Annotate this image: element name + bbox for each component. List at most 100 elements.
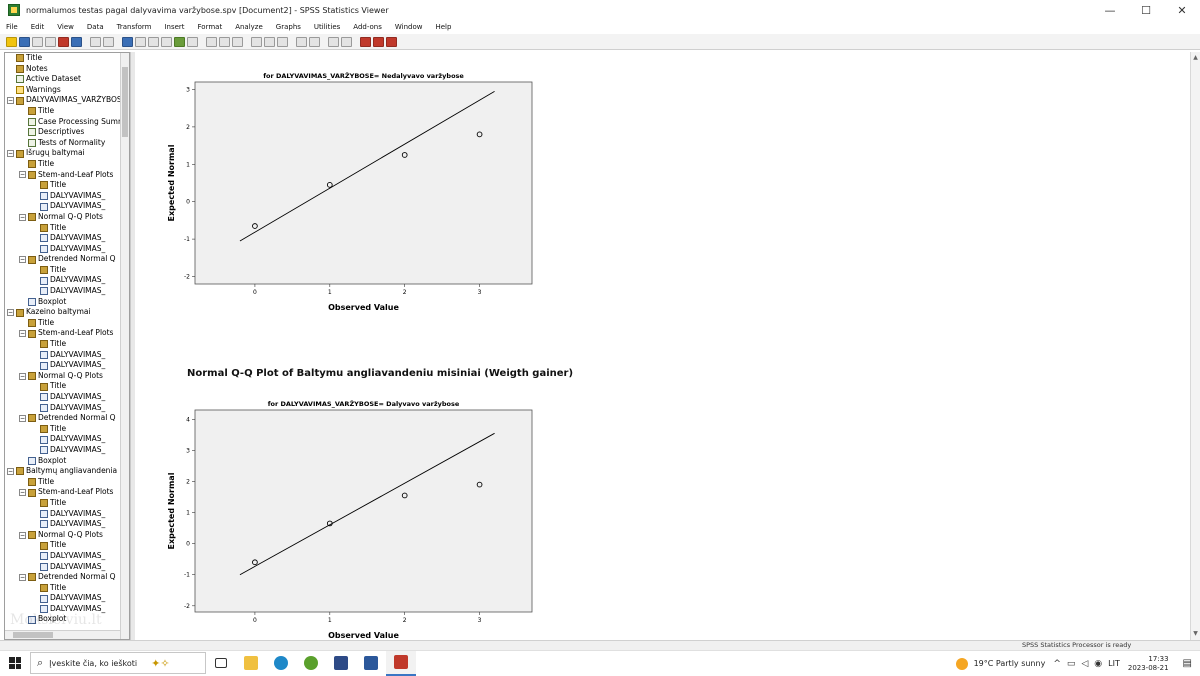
qq-plot-nedalyvavo[interactable]: for DALYVAVIMAS_VARŽYBOSE= Nedalyvavo va… (135, 68, 555, 348)
use-variable-sets-icon[interactable] (174, 36, 185, 47)
outline-node[interactable]: − Detrended Normal Q (5, 572, 120, 583)
taskbar-search[interactable]: ⌕ Įveskite čia, ko ieškoti ✦✧ (30, 652, 206, 674)
outline-node[interactable]: Tests of Normality (5, 138, 120, 149)
outline-node[interactable]: DALYVAVIMAS_ (5, 286, 120, 297)
menu-item-data[interactable]: Data (87, 23, 104, 31)
insert-heading-icon[interactable] (219, 36, 230, 47)
taskbar-spss-editor[interactable] (326, 651, 356, 676)
print-icon[interactable] (32, 36, 43, 47)
outline-node[interactable]: DALYVAVIMAS_ (5, 350, 120, 361)
collapse-toggle-icon[interactable]: − (19, 213, 26, 221)
taskbar-utorrent[interactable] (296, 651, 326, 676)
collapse-icon[interactable] (309, 36, 320, 47)
menu-item-help[interactable]: Help (435, 23, 451, 31)
insert-title-icon[interactable] (232, 36, 243, 47)
security-icon[interactable]: ◉ (1094, 659, 1102, 669)
outline-node[interactable]: DALYVAVIMAS_ (5, 360, 120, 371)
demote-icon[interactable] (277, 36, 288, 47)
taskbar-word[interactable] (356, 651, 386, 676)
outline-node[interactable]: − Detrended Normal Q (5, 413, 120, 424)
network-icon[interactable]: ▭ (1067, 659, 1076, 669)
outline-node[interactable]: − Normal Q-Q Plots (5, 371, 120, 382)
scroll-down-icon[interactable]: ▼ (1192, 630, 1199, 638)
collapse-toggle-icon[interactable]: − (19, 171, 26, 179)
select-last-output-icon[interactable] (360, 36, 371, 47)
outline-node[interactable]: DALYVAVIMAS_ (5, 392, 120, 403)
collapse-toggle-icon[interactable]: − (19, 573, 26, 581)
volume-icon[interactable]: ◁ (1081, 659, 1088, 669)
outline-node[interactable]: Case Processing Summ (5, 117, 120, 128)
collapse-toggle-icon[interactable]: − (7, 467, 14, 475)
open-icon[interactable] (6, 36, 17, 47)
goto-case-icon[interactable] (135, 36, 146, 47)
scroll-up-icon[interactable]: ▲ (1192, 54, 1199, 62)
outline-node[interactable]: − Stem-and-Leaf Plots (5, 170, 120, 181)
filter-icon[interactable] (386, 36, 397, 47)
outline-node[interactable]: Boxplot (5, 297, 120, 308)
collapse-toggle-icon[interactable]: − (19, 531, 26, 539)
show-all-variables-icon[interactable] (187, 36, 198, 47)
content-vertical-scrollbar[interactable]: ▲ ▼ (1190, 52, 1200, 640)
show-icon[interactable] (328, 36, 339, 47)
outline-node[interactable]: DALYVAVIMAS_ (5, 445, 120, 456)
weather-icon[interactable] (955, 657, 968, 670)
outline-node[interactable]: DALYVAVIMAS_ (5, 593, 120, 604)
export-icon[interactable] (58, 36, 69, 47)
weather-text[interactable]: 19°C Partly sunny (974, 659, 1046, 668)
collapse-toggle-icon[interactable]: − (19, 330, 26, 338)
notification-icon[interactable]: ▤ (1183, 658, 1192, 669)
outline-node[interactable]: DALYVAVIMAS_ (5, 509, 120, 520)
menu-item-transform[interactable]: Transform (117, 23, 152, 31)
menu-item-format[interactable]: Format (198, 23, 223, 31)
outline-vertical-scrollbar[interactable] (120, 53, 129, 639)
outline-node[interactable]: Title (5, 424, 120, 435)
outline-node[interactable]: Title (5, 265, 120, 276)
outline-node[interactable]: Title (5, 540, 120, 551)
clock[interactable]: 17:33 2023-08-21 (1128, 655, 1169, 673)
outline-node[interactable]: Warnings (5, 85, 120, 96)
outline-node[interactable]: − Stem-and-Leaf Plots (5, 328, 120, 339)
collapse-toggle-icon[interactable]: − (19, 256, 26, 264)
outline-node[interactable]: Title (5, 381, 120, 392)
hide-icon[interactable] (341, 36, 352, 47)
collapse-toggle-icon[interactable]: − (19, 489, 26, 497)
menu-item-insert[interactable]: Insert (164, 23, 184, 31)
menu-item-analyze[interactable]: Analyze (235, 23, 263, 31)
outline-node[interactable]: DALYVAVIMAS_ (5, 201, 120, 212)
outline-node[interactable]: DALYVAVIMAS_ (5, 434, 120, 445)
collapse-toggle-icon[interactable]: − (7, 97, 14, 105)
insert-text-icon[interactable] (251, 36, 262, 47)
menu-item-file[interactable]: File (6, 23, 18, 31)
outline-node[interactable]: DALYVAVIMAS_ (5, 233, 120, 244)
qq-plot-dalyvavo[interactable]: for DALYVAVIMAS_VARŽYBOSE= Dalyvavo varž… (135, 396, 555, 640)
outline-node[interactable]: Title (5, 339, 120, 350)
outline-node[interactable]: Notes (5, 64, 120, 75)
outline-node[interactable]: DALYVAVIMAS_ (5, 551, 120, 562)
variables-icon[interactable] (161, 36, 172, 47)
menu-item-graphs[interactable]: Graphs (276, 23, 301, 31)
select-output-icon[interactable] (373, 36, 384, 47)
outline-node[interactable]: Descriptives (5, 127, 120, 138)
outline-node[interactable]: Title (5, 498, 120, 509)
goto-variable-icon[interactable] (148, 36, 159, 47)
outline-node[interactable]: Title (5, 223, 120, 234)
language-indicator[interactable]: LIT (1108, 659, 1120, 668)
collapse-toggle-icon[interactable]: − (7, 309, 14, 317)
outline-node[interactable]: Title (5, 106, 120, 117)
print-preview-icon[interactable] (45, 36, 56, 47)
menu-item-window[interactable]: Window (395, 23, 423, 31)
undo-icon[interactable] (90, 36, 101, 47)
outline-node[interactable]: − Detrended Normal Q (5, 254, 120, 265)
outline-node[interactable]: − Normal Q-Q Plots (5, 530, 120, 541)
chevron-up-icon[interactable]: ^ (1053, 659, 1061, 669)
outline-scroll-thumb[interactable] (122, 67, 128, 137)
outline-node[interactable]: DALYVAVIMAS_ (5, 191, 120, 202)
promote-icon[interactable] (264, 36, 275, 47)
outline-node[interactable]: Title (5, 477, 120, 488)
outline-node[interactable]: DALYVAVIMAS_ (5, 275, 120, 286)
taskbar-file-explorer[interactable] (236, 651, 266, 676)
outline-node[interactable]: DALYVAVIMAS_ (5, 519, 120, 530)
task-view-button[interactable] (206, 651, 236, 676)
menu-item-utilities[interactable]: Utilities (314, 23, 340, 31)
redo-icon[interactable] (103, 36, 114, 47)
